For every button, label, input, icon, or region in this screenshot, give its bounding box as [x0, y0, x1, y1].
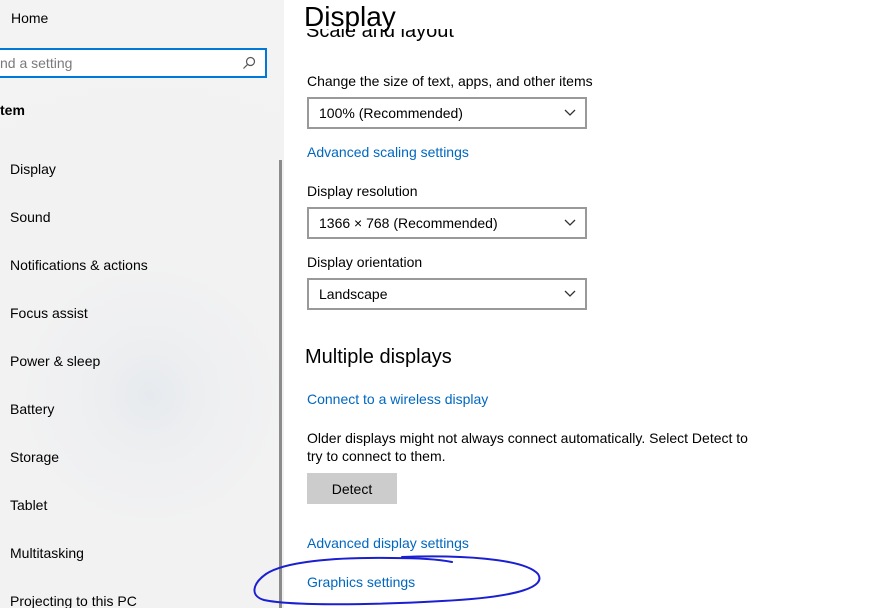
sidebar-scrollbar[interactable]	[279, 160, 282, 608]
main-content: Display Scale and layout Change the size…	[284, 0, 882, 608]
sidebar-item-notifications[interactable]: Notifications & actions	[10, 241, 148, 289]
advanced-display-link[interactable]: Advanced display settings	[307, 534, 469, 552]
sidebar-item-projecting[interactable]: Projecting to this PC	[10, 577, 148, 608]
graphics-settings-link[interactable]: Graphics settings	[307, 573, 415, 591]
sidebar-item-storage[interactable]: Storage	[10, 433, 148, 481]
search-icon[interactable]	[237, 51, 261, 75]
sidebar-item-battery[interactable]: Battery	[10, 385, 148, 433]
scale-dropdown-value: 100% (Recommended)	[319, 105, 463, 121]
sidebar-item-tablet[interactable]: Tablet	[10, 481, 148, 529]
sidebar-item-multitasking[interactable]: Multitasking	[10, 529, 148, 577]
sidebar-section-system: tem	[0, 102, 25, 118]
orientation-dropdown[interactable]: Landscape	[307, 278, 587, 310]
advanced-scaling-link[interactable]: Advanced scaling settings	[307, 143, 469, 161]
sidebar-home[interactable]: Home	[0, 8, 48, 28]
sidebar-item-sound[interactable]: Sound	[10, 193, 148, 241]
scale-section-heading-text: Scale and layout	[306, 29, 454, 42]
sidebar-item-focus-assist[interactable]: Focus assist	[10, 289, 148, 337]
resolution-label: Display resolution	[307, 183, 418, 199]
orientation-dropdown-value: Landscape	[319, 286, 388, 302]
scale-section-heading: Scale and layout	[306, 29, 454, 47]
sidebar-item-display[interactable]: Display	[10, 145, 148, 193]
orientation-label: Display orientation	[307, 254, 423, 270]
sidebar: Home nd a setting tem Display Sound Noti…	[0, 0, 284, 608]
resolution-dropdown-value: 1366 × 768 (Recommended)	[319, 215, 498, 231]
wireless-display-link[interactable]: Connect to a wireless display	[307, 390, 488, 408]
detect-description: Older displays might not always connect …	[307, 430, 748, 464]
sidebar-list: Display Sound Notifications & actions Fo…	[10, 145, 148, 608]
scale-label: Change the size of text, apps, and other…	[307, 73, 593, 89]
multiple-displays-heading: Multiple displays	[305, 346, 452, 368]
chevron-down-icon	[563, 106, 577, 120]
home-label: Home	[11, 10, 49, 26]
chevron-down-icon	[563, 287, 577, 301]
search-input[interactable]: nd a setting	[0, 55, 237, 71]
detect-button[interactable]: Detect	[307, 473, 397, 504]
sidebar-item-power-sleep[interactable]: Power & sleep	[10, 337, 148, 385]
resolution-dropdown[interactable]: 1366 × 768 (Recommended)	[307, 207, 587, 239]
search-box[interactable]: nd a setting	[0, 48, 267, 78]
scale-dropdown[interactable]: 100% (Recommended)	[307, 97, 587, 129]
chevron-down-icon	[563, 216, 577, 230]
